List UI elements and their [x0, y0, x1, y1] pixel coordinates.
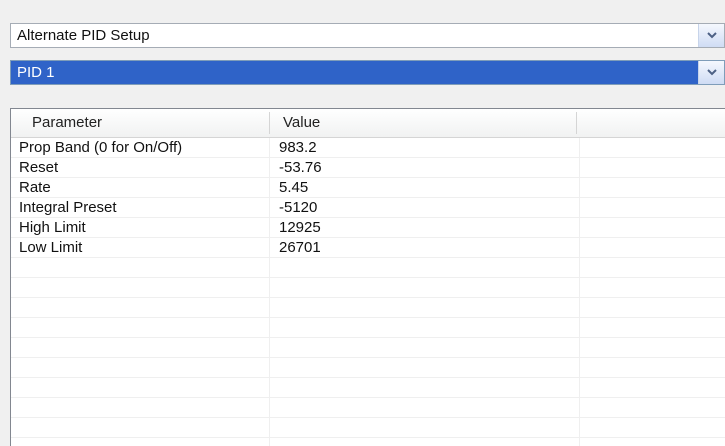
- setup-select-value: Alternate PID Setup: [17, 27, 150, 44]
- value-cell[interactable]: [279, 378, 579, 397]
- parameter-cell: Reset: [19, 159, 59, 176]
- parameter-cell: High Limit: [19, 219, 86, 236]
- table-row[interactable]: [11, 398, 725, 418]
- parameter-cell: [19, 258, 269, 277]
- table-row[interactable]: Reset -53.76: [11, 158, 725, 178]
- pid-select[interactable]: PID 1: [10, 60, 725, 85]
- table-row[interactable]: [11, 278, 725, 298]
- value-cell[interactable]: [279, 398, 579, 417]
- value-cell[interactable]: 5.45: [279, 178, 579, 197]
- parameter-cell: [19, 358, 269, 377]
- parameter-cell: [19, 398, 269, 417]
- parameter-cell: [19, 438, 269, 446]
- chevron-down-icon[interactable]: [698, 24, 724, 47]
- table-row[interactable]: High Limit 12925: [11, 218, 725, 238]
- column-header-extra[interactable]: [577, 109, 725, 137]
- parameter-cell: [19, 318, 269, 337]
- table-row[interactable]: [11, 358, 725, 378]
- value-cell[interactable]: [279, 438, 579, 446]
- value-cell[interactable]: [279, 258, 579, 277]
- table-header: Parameter Value: [11, 109, 725, 138]
- table-row[interactable]: [11, 378, 725, 398]
- table-row[interactable]: [11, 438, 725, 446]
- table-row[interactable]: [11, 318, 725, 338]
- parameter-cell: Prop Band (0 for On/Off): [19, 139, 183, 156]
- table-row[interactable]: [11, 418, 725, 438]
- chevron-down-icon[interactable]: [698, 61, 724, 84]
- table-row[interactable]: Integral Preset -5120: [11, 198, 725, 218]
- value-cell[interactable]: -5120: [279, 198, 579, 217]
- parameter-cell: [19, 378, 269, 397]
- parameter-cell: [19, 338, 269, 357]
- value-cell[interactable]: [279, 418, 579, 437]
- value-cell[interactable]: 983.2: [279, 138, 579, 157]
- table-row[interactable]: Prop Band (0 for On/Off) 983.2: [11, 138, 725, 158]
- column-header-parameter[interactable]: Parameter: [19, 109, 269, 137]
- parameter-table: Parameter Value Prop Band (0 for On/Off)…: [10, 108, 725, 446]
- table-row[interactable]: Rate 5.45: [11, 178, 725, 198]
- parameter-cell: [19, 278, 269, 297]
- pid-select-value: PID 1: [17, 64, 55, 81]
- parameter-cell: Integral Preset: [19, 199, 117, 216]
- value-cell[interactable]: 12925: [279, 218, 579, 237]
- value-cell[interactable]: [279, 318, 579, 337]
- parameter-cell: Low Limit: [19, 239, 83, 256]
- parameter-cell: Rate: [19, 179, 51, 196]
- table-row[interactable]: [11, 258, 725, 278]
- table-row[interactable]: [11, 298, 725, 318]
- parameter-cell: [19, 418, 269, 437]
- value-cell[interactable]: [279, 358, 579, 377]
- parameter-cell: [19, 298, 269, 317]
- setup-select[interactable]: Alternate PID Setup: [10, 23, 725, 48]
- value-cell[interactable]: [279, 338, 579, 357]
- pid-setup-panel: Alternate PID Setup PID 1 Parameter Valu…: [0, 0, 725, 446]
- value-cell[interactable]: [279, 278, 579, 297]
- value-cell[interactable]: 26701: [279, 238, 579, 257]
- column-header-value[interactable]: Value: [270, 109, 570, 137]
- table-body: Prop Band (0 for On/Off) 983.2 Reset -53.76…: [11, 138, 725, 446]
- pid-select-highlight: [11, 61, 698, 84]
- table-row[interactable]: Low Limit 26701: [11, 238, 725, 258]
- value-cell[interactable]: -53.76: [279, 158, 579, 177]
- table-row[interactable]: [11, 338, 725, 358]
- value-cell[interactable]: [279, 298, 579, 317]
